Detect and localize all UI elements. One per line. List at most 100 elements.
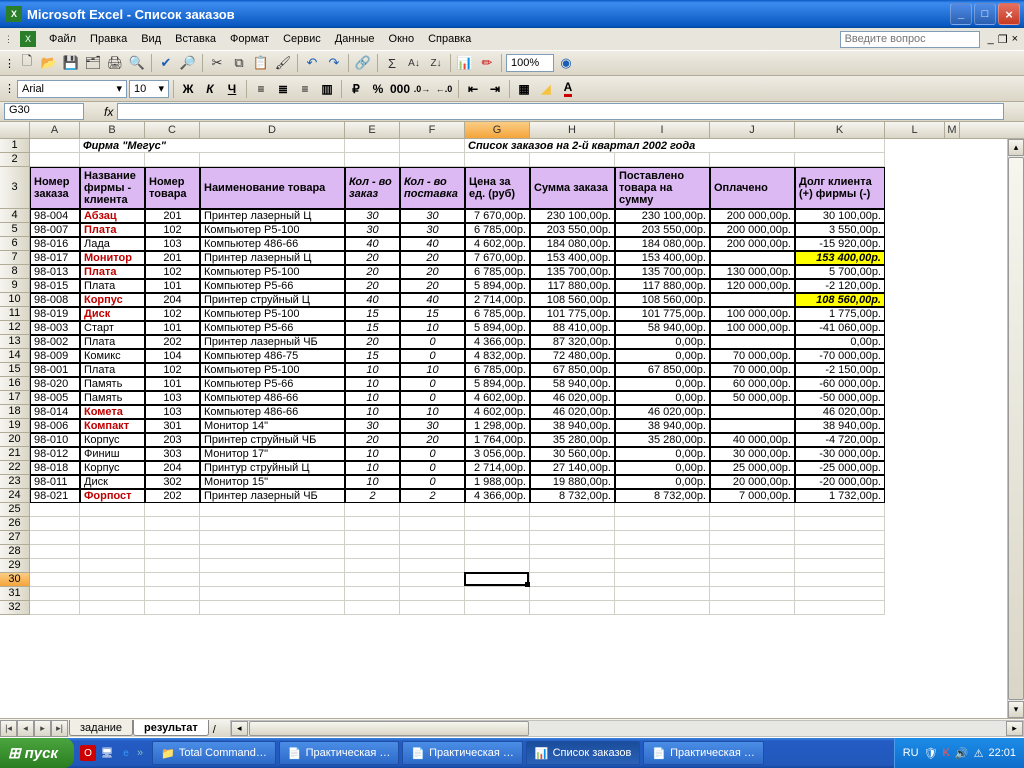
menu-window[interactable]: Окно	[382, 31, 422, 47]
align-left-icon[interactable]: ≡	[251, 79, 271, 99]
vertical-scrollbar[interactable]: ▴▾	[1007, 139, 1024, 718]
col-header-E[interactable]: E	[345, 122, 400, 138]
minimize-button[interactable]: _	[950, 3, 972, 25]
hyperlink-icon[interactable]: 🔗	[353, 53, 373, 73]
menu-format[interactable]: Формат	[223, 31, 276, 47]
menu-insert[interactable]: Вставка	[168, 31, 223, 47]
undo-icon[interactable]: ↶	[302, 53, 322, 73]
row-header-6[interactable]: 6	[0, 237, 30, 251]
row-header-11[interactable]: 11	[0, 307, 30, 321]
row-header-32[interactable]: 32	[0, 601, 30, 615]
menu-view[interactable]: Вид	[134, 31, 168, 47]
taskbar-item[interactable]: 📁Total Command…	[152, 741, 276, 765]
tray-av-icon[interactable]: K	[943, 747, 950, 759]
row-header-2[interactable]: 2	[0, 153, 30, 167]
row-header-20[interactable]: 20	[0, 433, 30, 447]
col-header-K[interactable]: K	[795, 122, 885, 138]
sort-asc-icon[interactable]: A↓	[404, 53, 424, 73]
row-header-7[interactable]: 7	[0, 251, 30, 265]
drawing-icon[interactable]: ✏	[477, 53, 497, 73]
menu-help[interactable]: Справка	[421, 31, 478, 47]
row-header-28[interactable]: 28	[0, 545, 30, 559]
sheet-nav-buttons[interactable]: |◂◂▸▸|	[0, 720, 68, 737]
row-header-10[interactable]: 10	[0, 293, 30, 307]
row-header-24[interactable]: 24	[0, 489, 30, 503]
tray-volume-icon[interactable]: 🔊	[955, 747, 969, 760]
col-header-H[interactable]: H	[530, 122, 615, 138]
row-header-9[interactable]: 9	[0, 279, 30, 293]
cut-icon[interactable]: ✂	[207, 53, 227, 73]
menu-edit[interactable]: Правка	[83, 31, 134, 47]
header-e[interactable]: Кол - во заказ	[345, 167, 400, 209]
font-combo[interactable]: Arial▾	[17, 80, 127, 98]
taskbar-item[interactable]: 📊Список заказов	[526, 741, 640, 765]
row-header-12[interactable]: 12	[0, 321, 30, 335]
name-box[interactable]: G30	[4, 103, 84, 120]
clock[interactable]: 22:01	[988, 747, 1016, 759]
header-b[interactable]: Название фирмы - клиента	[80, 167, 145, 209]
taskbar-item[interactable]: 📄Практическая …	[402, 741, 523, 765]
redo-icon[interactable]: ↷	[324, 53, 344, 73]
ask-question-input[interactable]	[840, 31, 980, 48]
row-header-26[interactable]: 26	[0, 517, 30, 531]
header-j[interactable]: Оплачено	[710, 167, 795, 209]
row-header-25[interactable]: 25	[0, 503, 30, 517]
tray-shield-icon[interactable]: 🛡	[924, 747, 938, 760]
autosum-icon[interactable]: Σ	[382, 53, 402, 73]
permission-icon[interactable]: 🗂	[83, 53, 103, 73]
header-g[interactable]: Цена за ед. (руб)	[465, 167, 530, 209]
mdi-minimize-button[interactable]: _	[988, 33, 994, 46]
percent-icon[interactable]: %	[368, 79, 388, 99]
row-header-1[interactable]: 1	[0, 139, 30, 153]
row-header-31[interactable]: 31	[0, 587, 30, 601]
borders-icon[interactable]: ▦	[514, 79, 534, 99]
col-header-A[interactable]: A	[30, 122, 80, 138]
taskbar-item[interactable]: 📄Практическая …	[643, 741, 764, 765]
sheet-tab-результат[interactable]: результат	[133, 720, 209, 736]
close-button[interactable]: ×	[998, 3, 1020, 25]
ie-icon[interactable]: e	[118, 745, 134, 761]
chart-icon[interactable]: 📊	[455, 53, 475, 73]
row-header-14[interactable]: 14	[0, 349, 30, 363]
fill-color-icon[interactable]: ◢	[536, 79, 556, 99]
zoom-combo[interactable]: 100%	[506, 54, 554, 72]
currency-icon[interactable]: ₽	[346, 79, 366, 99]
font-color-icon[interactable]: A	[558, 79, 578, 99]
row-header-29[interactable]: 29	[0, 559, 30, 573]
preview-icon[interactable]: 🔍	[127, 53, 147, 73]
align-right-icon[interactable]: ≡	[295, 79, 315, 99]
format-painter-icon[interactable]: 🖌	[273, 53, 293, 73]
spell-icon[interactable]: ✔	[156, 53, 176, 73]
sheet-tab-задание[interactable]: задание	[69, 720, 133, 736]
col-header-L[interactable]: L	[885, 122, 945, 138]
row-header-4[interactable]: 4	[0, 209, 30, 223]
row-header-17[interactable]: 17	[0, 391, 30, 405]
row-header-19[interactable]: 19	[0, 419, 30, 433]
col-header-F[interactable]: F	[400, 122, 465, 138]
tray-warn-icon[interactable]: ⚠	[974, 747, 984, 760]
row-header-16[interactable]: 16	[0, 377, 30, 391]
sort-desc-icon[interactable]: Z↓	[426, 53, 446, 73]
bold-icon[interactable]: Ж	[178, 79, 198, 99]
row-header-27[interactable]: 27	[0, 531, 30, 545]
row-header-22[interactable]: 22	[0, 461, 30, 475]
desktop-icon[interactable]: 🖥	[99, 745, 115, 761]
comma-icon[interactable]: 000	[390, 79, 410, 99]
col-header-G[interactable]: G	[465, 122, 530, 138]
print-icon[interactable]: 🖨	[105, 53, 125, 73]
col-header-D[interactable]: D	[200, 122, 345, 138]
header-h[interactable]: Сумма заказа	[530, 167, 615, 209]
row-header-23[interactable]: 23	[0, 475, 30, 489]
header-c[interactable]: Номер товара	[145, 167, 200, 209]
spreadsheet-grid[interactable]: ABCDEFGHIJKLM 12345678910111213141516171…	[0, 122, 1024, 718]
copy-icon[interactable]: ⧉	[229, 53, 249, 73]
menu-data[interactable]: Данные	[328, 31, 382, 47]
merge-icon[interactable]: ▥	[317, 79, 337, 99]
fx-icon[interactable]: fx	[104, 105, 113, 119]
mdi-close-button[interactable]: ×	[1012, 33, 1018, 46]
start-button[interactable]: ⊞ пуск	[0, 738, 74, 768]
header-d[interactable]: Наименование товара	[200, 167, 345, 209]
menu-service[interactable]: Сервис	[276, 31, 328, 47]
mdi-restore-button[interactable]: ❐	[998, 33, 1008, 46]
decrease-decimal-icon[interactable]: ←.0	[434, 79, 454, 99]
